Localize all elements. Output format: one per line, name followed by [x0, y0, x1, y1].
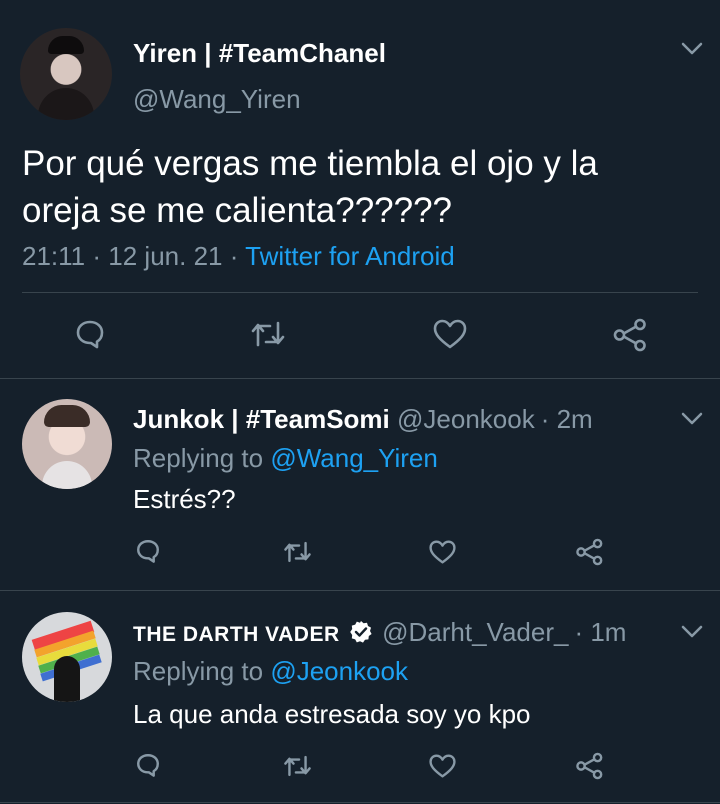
replying-to-label: Replying to	[133, 656, 264, 686]
like-icon	[429, 754, 456, 778]
share-button[interactable]	[575, 538, 604, 566]
retweet-icon	[251, 321, 285, 347]
tweet-time: 21:11	[22, 241, 86, 271]
like-button[interactable]	[429, 539, 456, 565]
reply-header: Junkok | #TeamSomi @Jeonkook · 2m	[133, 404, 593, 435]
tweet-text-line: Por qué vergas me tiembla el ojo y la	[22, 144, 598, 183]
meta-dot: ·	[92, 241, 102, 271]
chevron-down-icon[interactable]	[681, 625, 703, 639]
reply-age: · 2m	[540, 404, 593, 434]
like-button[interactable]	[433, 318, 467, 350]
like-button[interactable]	[429, 753, 456, 779]
tweet-date: 12 jun. 21	[108, 241, 223, 271]
reply-header: THE DARTH VADER @Darht_Vader_ · 1m	[133, 617, 626, 648]
author-handle[interactable]: @Wang_Yiren	[133, 84, 301, 115]
replying-to-label: Replying to	[133, 443, 264, 473]
tweet-source-link[interactable]: Twitter for Android	[245, 241, 455, 271]
replying-to-handle[interactable]: @Jeonkook	[270, 656, 408, 686]
avatar[interactable]	[20, 28, 112, 120]
replying-to: Replying to @Wang_Yiren	[133, 443, 438, 474]
divider	[0, 378, 720, 379]
reply-text: La que anda estresada soy yo kpo	[133, 699, 531, 729]
meta-dot: ·	[229, 241, 239, 271]
retweet-icon	[284, 755, 311, 777]
reply-text: Estrés??	[133, 484, 236, 514]
avatar[interactable]	[22, 399, 112, 489]
author-handle[interactable]: @Jeonkook	[397, 404, 535, 434]
replying-to-handle[interactable]: @Wang_Yiren	[270, 443, 438, 473]
reply-button[interactable]	[74, 318, 106, 350]
tweet-meta: 21:11 · 12 jun. 21 · Twitter for Android	[22, 241, 455, 272]
reply-icon	[137, 754, 159, 777]
reply-age: · 1m	[574, 617, 627, 647]
share-icon	[576, 752, 603, 780]
retweet-button[interactable]	[283, 539, 312, 565]
share-button[interactable]	[575, 752, 604, 780]
avatar[interactable]	[22, 612, 112, 702]
like-icon	[433, 319, 467, 349]
chevron-down-icon[interactable]	[681, 412, 703, 426]
retweet-button[interactable]	[283, 753, 312, 779]
divider	[0, 802, 720, 803]
share-icon	[576, 538, 603, 566]
share-icon	[613, 318, 646, 352]
author-name[interactable]: THE DARTH VADER	[133, 623, 340, 646]
reply-icon	[76, 320, 104, 349]
reply-button[interactable]	[135, 538, 161, 564]
verified-badge-icon	[350, 621, 372, 643]
divider	[0, 590, 720, 591]
retweet-icon	[284, 541, 311, 563]
like-icon	[429, 540, 456, 564]
reply-icon	[137, 540, 159, 563]
reply-button[interactable]	[135, 752, 161, 778]
share-button[interactable]	[612, 318, 648, 352]
tweet-text: Por qué vergas me tiembla el ojo y la or…	[22, 140, 598, 234]
replying-to: Replying to @Jeonkook	[133, 656, 408, 687]
chevron-down-icon[interactable]	[681, 42, 703, 56]
tweet-text-line: oreja se me calienta??????	[22, 191, 453, 230]
author-name[interactable]: Yiren | #TeamChanel	[133, 38, 386, 69]
stats-divider	[22, 292, 698, 293]
author-name[interactable]: Junkok | #TeamSomi	[133, 404, 390, 434]
author-handle[interactable]: @Darht_Vader_	[382, 617, 568, 647]
retweet-button[interactable]	[250, 318, 286, 350]
